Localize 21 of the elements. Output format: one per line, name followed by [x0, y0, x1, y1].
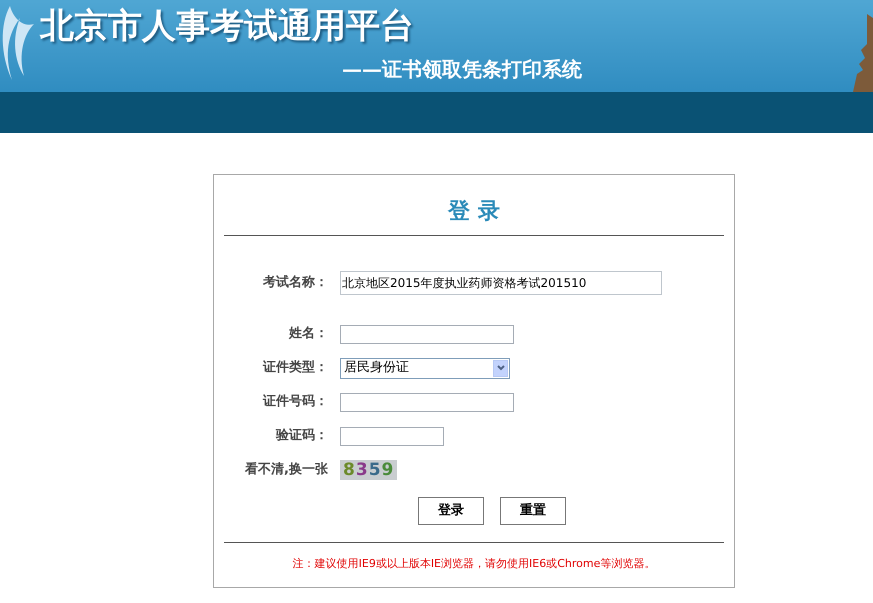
flame-logo-icon [0, 4, 36, 82]
site-subtitle: ——证书领取凭条打印系统 [342, 56, 583, 82]
field-label: 考试名称： [262, 274, 328, 292]
dropdown-field[interactable]: 居民身份证 [340, 358, 510, 378]
refresh-captcha-link[interactable]: 看不清,换一张 [224, 460, 328, 480]
field-label: 证件类型： [262, 359, 328, 378]
captcha-image[interactable]: 8359 [340, 460, 398, 480]
field-label: 姓名： [288, 325, 328, 344]
browser-note: 注：建议使用IE9或以上版本IE浏览器，请勿使用IE6或Chrome等浏览器。 [292, 556, 656, 572]
reset-button[interactable]: 重置 [500, 497, 566, 525]
chevron-down-icon [493, 360, 508, 376]
login-button[interactable]: 登录 [418, 497, 484, 525]
text-field[interactable] [340, 324, 514, 344]
text-field[interactable] [340, 426, 444, 446]
text-field[interactable] [340, 392, 514, 412]
field-label: 验证码： [274, 427, 328, 446]
temple-icon [853, 14, 873, 92]
field-label: 证件号码： [262, 393, 328, 412]
exam-name-field[interactable]: 北京地区2015年度执业药师资格考试201510 [340, 271, 662, 295]
site-title: 北京市人事考试通用平台 [40, 5, 415, 48]
login-title: 登 录 [446, 198, 501, 226]
